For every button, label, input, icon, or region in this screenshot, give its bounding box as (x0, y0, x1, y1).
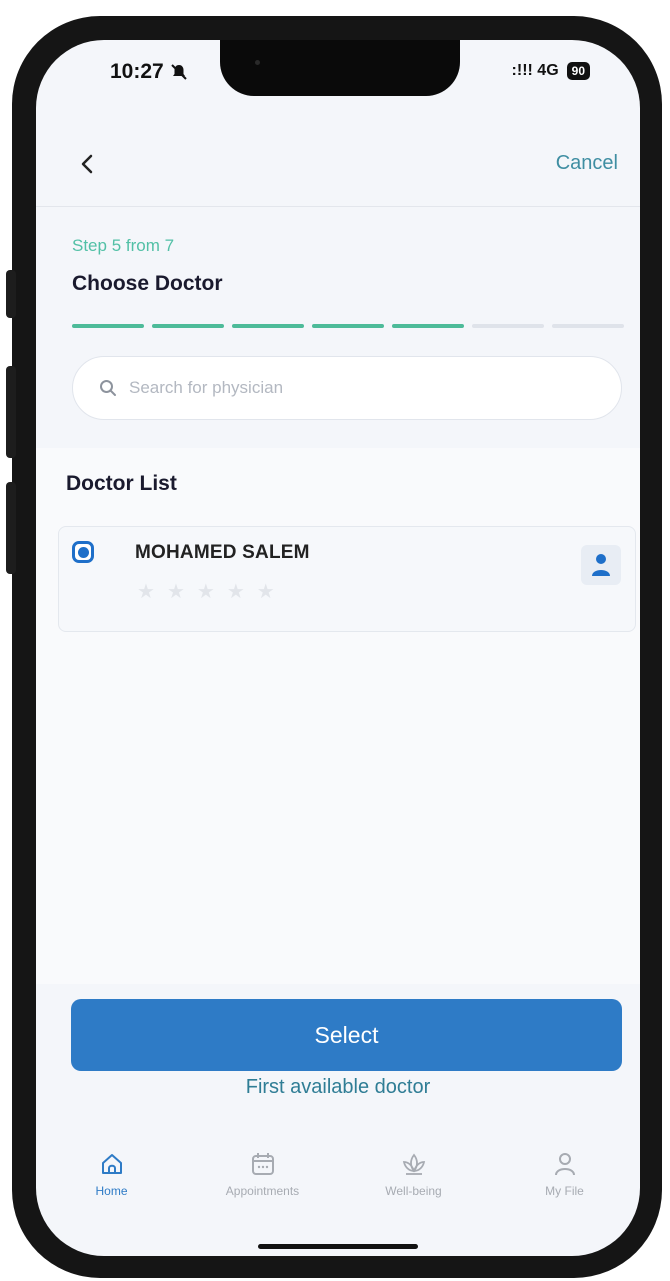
progress-segment (232, 324, 304, 328)
back-button[interactable] (72, 144, 102, 184)
lotus-icon (402, 1153, 425, 1175)
person-icon (592, 554, 610, 576)
doctor-list-title: Doctor List (66, 472, 177, 495)
chevron-left-icon (81, 154, 93, 174)
step-progress-bar (72, 324, 624, 328)
home-indicator (258, 1244, 418, 1249)
radio-selected-dot (77, 546, 89, 558)
rating-stars: ★ ★ ★ ★ ★ (137, 579, 275, 604)
tab-appointments[interactable]: Appointments (187, 1150, 338, 1230)
first-available-doctor-link[interactable]: First available doctor (36, 1076, 640, 1099)
progress-segment (472, 324, 544, 328)
home-icon (101, 1154, 122, 1174)
nav-bar: Cancel (36, 136, 640, 207)
doctor-card[interactable]: MOHAMED SALEM ★ ★ ★ ★ ★ (58, 526, 636, 632)
status-time: 10:27 (110, 60, 188, 84)
select-button[interactable]: Select (71, 999, 622, 1071)
star-icon: ★ (256, 581, 275, 603)
page-title: Choose Doctor (72, 272, 223, 295)
volume-up-button (6, 366, 16, 458)
tab-home[interactable]: Home (36, 1150, 187, 1230)
battery-icon: 90 (566, 62, 590, 80)
star-icon: ★ (166, 581, 185, 603)
search-icon (100, 380, 116, 396)
search-input[interactable] (127, 377, 551, 399)
star-icon: ★ (137, 581, 155, 603)
cancel-button[interactable]: Cancel (556, 152, 618, 175)
signal-text: :!!! 4G (511, 62, 559, 79)
calendar-icon (251, 1153, 274, 1175)
tab-well-being[interactable]: Well-being (338, 1150, 489, 1230)
camera-dot (255, 60, 260, 65)
doctor-profile-button[interactable] (581, 545, 621, 585)
app-screen: 10:27 :!!! 4G 90 Cancel Step 5 from 7 Ch… (36, 40, 640, 1256)
star-icon: ★ (196, 581, 215, 603)
silent-bell-icon (171, 64, 187, 80)
tab-bar: Home Appointments Well-being My File (36, 1150, 640, 1230)
progress-segment (552, 324, 624, 328)
tab-label: Home (95, 1184, 128, 1198)
search-bar[interactable] (72, 356, 622, 420)
doctor-list-section: Doctor List MOHAMED SALEM ★ ★ ★ ★ ★ (36, 448, 640, 984)
tab-label: My File (545, 1184, 584, 1198)
volume-down-button (6, 482, 16, 574)
progress-segment (72, 324, 144, 328)
progress-segment (392, 324, 464, 328)
mute-switch (6, 270, 16, 318)
doctor-name: MOHAMED SALEM (135, 542, 310, 563)
notch (220, 40, 460, 96)
tab-label: Appointments (225, 1184, 300, 1198)
step-indicator: Step 5 from 7 (72, 236, 175, 255)
doctor-radio-button[interactable] (72, 541, 94, 563)
tab-label: Well-being (385, 1184, 442, 1198)
progress-segment (152, 324, 224, 328)
person-icon (554, 1153, 575, 1176)
time-text: 10:27 (110, 60, 164, 83)
status-indicators: :!!! 4G 90 (512, 62, 590, 80)
tab-my-file[interactable]: My File (489, 1150, 640, 1230)
star-icon: ★ (226, 581, 245, 603)
progress-segment (312, 324, 384, 328)
